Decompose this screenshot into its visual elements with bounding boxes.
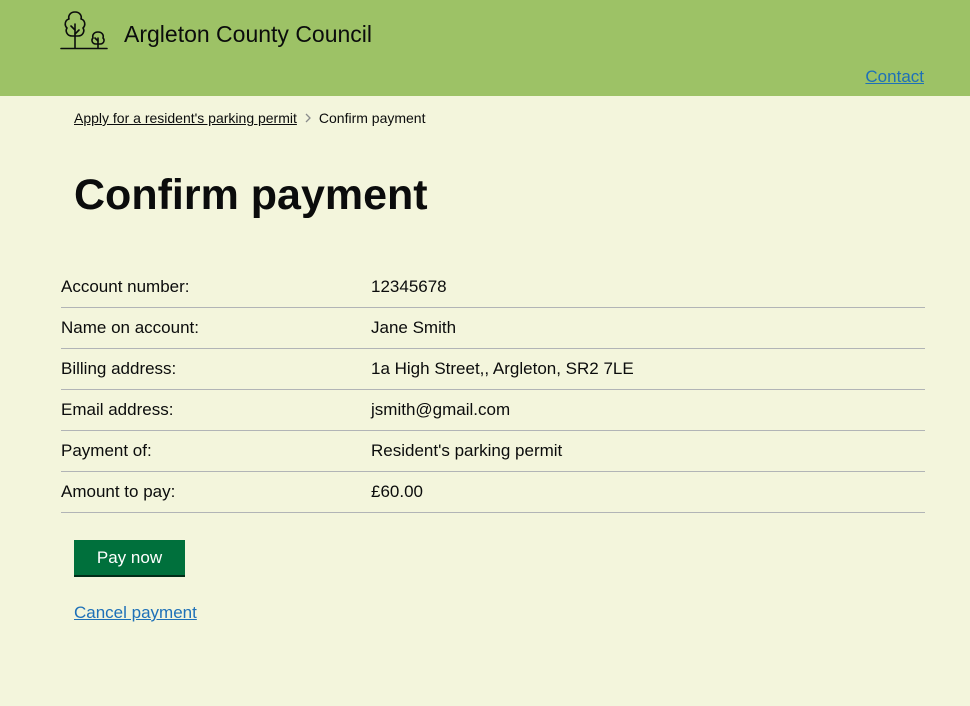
- summary-row-billing-address: Billing address: 1a High Street,, Arglet…: [61, 349, 925, 390]
- summary-row-name-on-account: Name on account: Jane Smith: [61, 308, 925, 349]
- summary-key: Billing address:: [61, 359, 177, 378]
- summary-value: 12345678: [371, 277, 447, 296]
- summary-value: 1a High Street,, Argleton, SR2 7LE: [371, 359, 634, 378]
- contact-link[interactable]: Contact: [865, 66, 924, 88]
- breadcrumb: Apply for a resident's parking permit Co…: [74, 108, 425, 128]
- chevron-right-icon: [305, 113, 311, 123]
- site-header: Argleton County Council Contact: [0, 0, 970, 96]
- summary-row-account-number: Account number: 12345678: [61, 267, 925, 308]
- summary-key: Account number:: [61, 277, 190, 296]
- page-title: Confirm payment: [74, 171, 428, 219]
- summary-row-amount-to-pay: Amount to pay: £60.00: [61, 472, 925, 513]
- summary-row-payment-of: Payment of: Resident's parking permit: [61, 431, 925, 472]
- breadcrumb-current: Confirm payment: [318, 110, 426, 126]
- summary-key: Payment of:: [61, 441, 152, 460]
- summary-value: Jane Smith: [371, 318, 457, 337]
- summary-row-email-address: Email address: jsmith@gmail.com: [61, 390, 925, 431]
- payment-summary: Account number: 12345678 Name on account…: [61, 267, 925, 513]
- summary-key: Amount to pay:: [61, 482, 176, 501]
- summary-key: Name on account:: [61, 318, 199, 337]
- summary-value: jsmith@gmail.com: [371, 400, 511, 419]
- summary-value: £60.00: [371, 482, 423, 501]
- trees-icon: [60, 11, 108, 50]
- pay-now-button[interactable]: Pay now: [74, 540, 185, 575]
- site-title: Argleton County Council: [124, 21, 373, 47]
- breadcrumb-parent-link[interactable]: Apply for a resident's parking permit: [74, 108, 297, 128]
- summary-value: Resident's parking permit: [371, 441, 563, 460]
- summary-key: Email address:: [61, 400, 174, 419]
- cancel-payment-link[interactable]: Cancel payment: [74, 602, 197, 624]
